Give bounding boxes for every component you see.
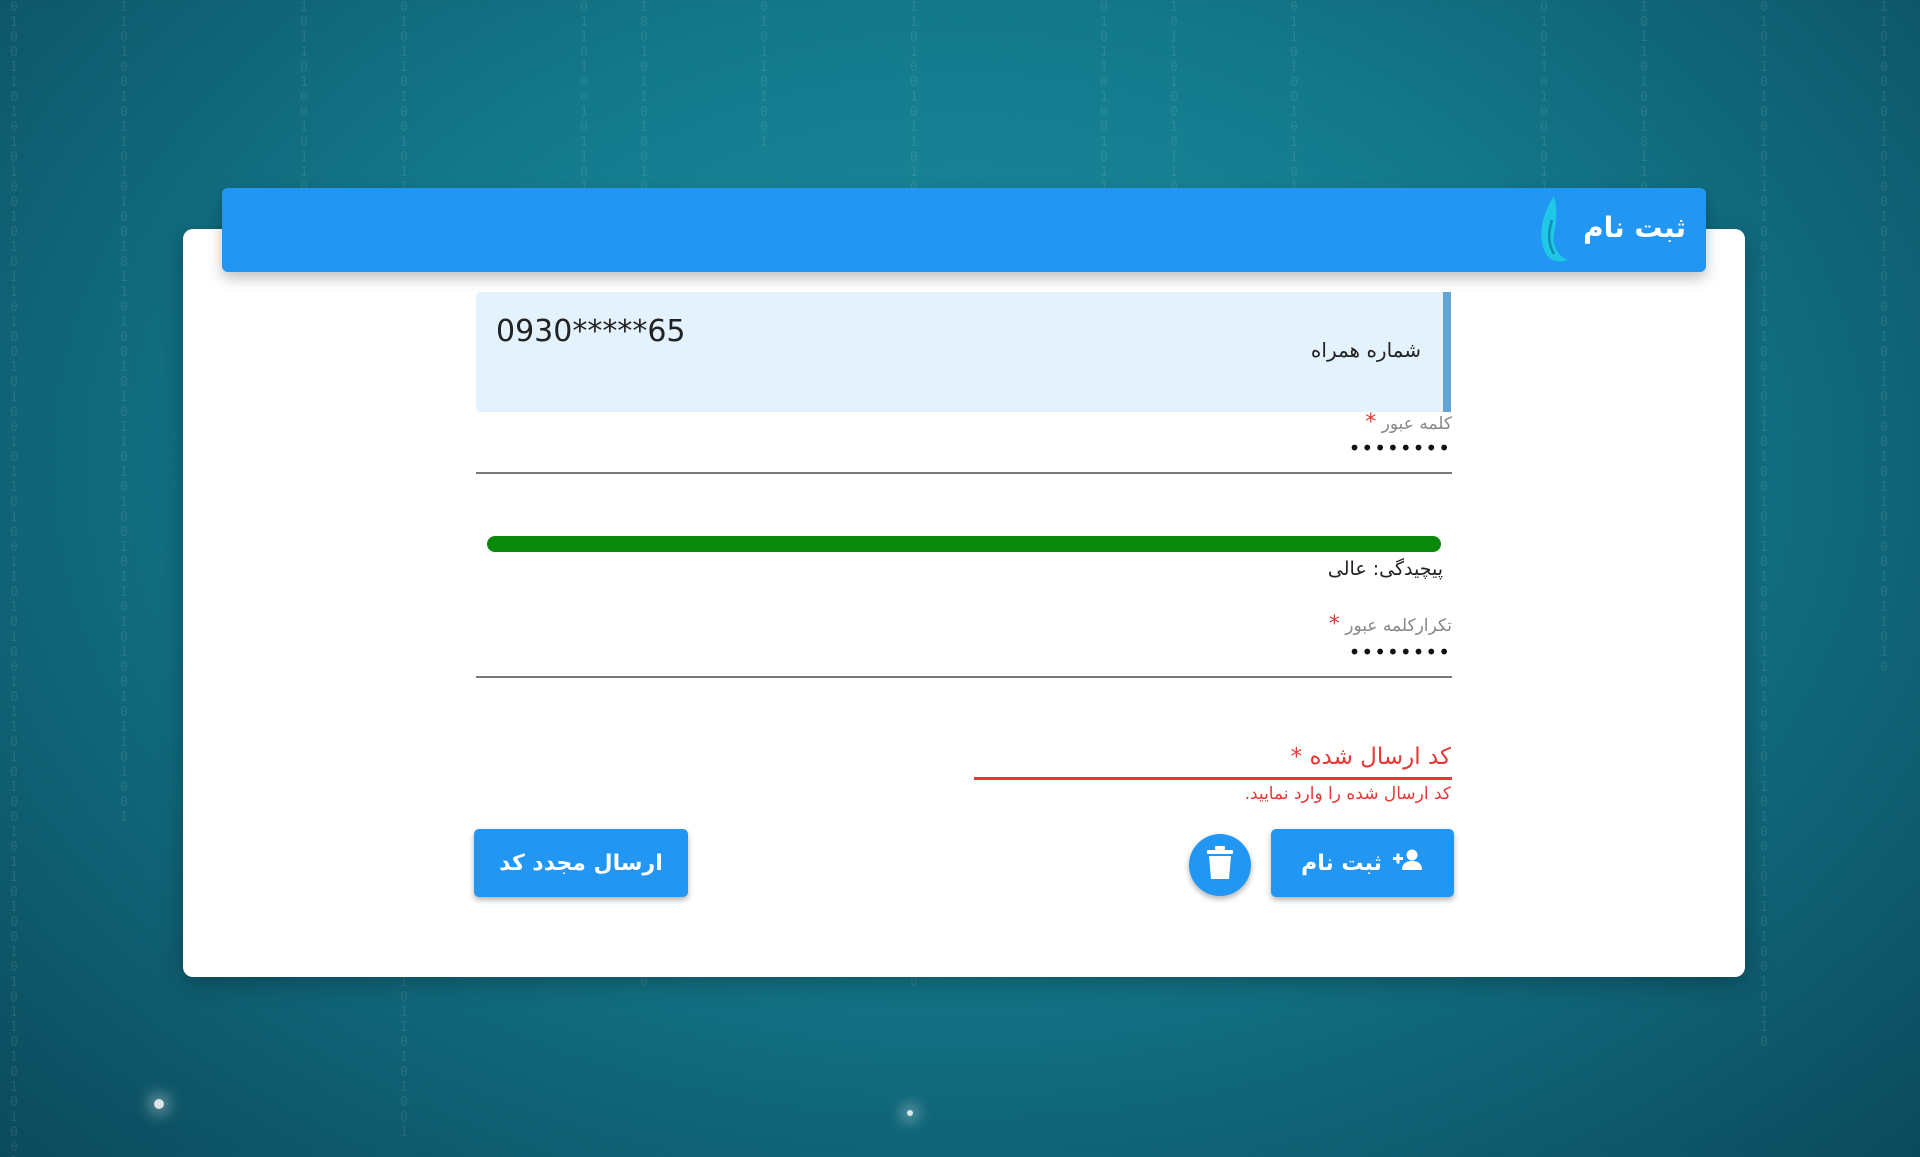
background-code-rain: 1101001011010010110100101101001011010010… [1880,0,1888,675]
required-mark: * [1328,612,1340,637]
required-mark: * [1290,744,1303,770]
trash-icon [1206,846,1234,884]
required-mark: * [1365,410,1377,435]
phone-value: 0930*****65 [496,314,686,349]
page-title: ثبت نام [1583,211,1686,244]
code-error-message: کد ارسال شده را وارد نمایید. [1244,784,1451,804]
background-code-rain: 0101101001011010010110100101101001011010… [1760,0,1768,1050]
password-strength-bar [487,536,1441,552]
password-repeat-input[interactable]: •••••••• [1349,640,1451,664]
password-input[interactable]: •••••••• [1349,436,1451,460]
feather-logo-icon [1528,190,1578,270]
background-code-rain: 10110100101101 [300,0,308,210]
code-label[interactable]: کد ارسال شده * [1291,744,1451,770]
register-button-label: ثبت نام [1301,850,1382,876]
phone-label: شماره همراه [1310,338,1421,362]
background-glow-dot [907,1110,913,1116]
password-repeat-underline [476,676,1452,678]
background-code-rain: 0101101001 [760,0,768,150]
background-glow-dot [154,1099,164,1109]
resend-code-label: ارسال مجدد کد [499,850,663,876]
password-strength-text: پیچیدگی: عالی [1327,558,1443,580]
password-underline [476,472,1452,474]
user-plus-icon [1392,848,1424,878]
delete-button[interactable] [1189,834,1251,896]
register-button[interactable]: ثبت نام [1271,829,1454,897]
password-label-text: کلمه عبور [1381,414,1452,434]
background-code-rain: 0100110101010010101101001010010110100110… [10,0,18,1157]
code-input[interactable] [974,777,1452,780]
background-code-rain: 1101001011010100101101001010110101001011… [120,0,128,825]
password-repeat-label: تکرارکلمه عبور * [1329,612,1452,637]
background-code-rain: 0110100101101 [1290,0,1298,195]
register-header: ثبت نام [222,188,1706,272]
background-code-rain: 0101101001011 [1100,0,1108,195]
phone-field: شماره همراه 0930*****65 [476,292,1451,412]
code-label-text: کد ارسال شده [1309,744,1451,770]
resend-code-button[interactable]: ارسال مجدد کد [474,829,688,897]
background-code-rain: 0110100101101001 [580,0,588,240]
password-repeat-label-text: تکرارکلمه عبور [1345,616,1452,636]
password-label: کلمه عبور * [1365,410,1452,435]
